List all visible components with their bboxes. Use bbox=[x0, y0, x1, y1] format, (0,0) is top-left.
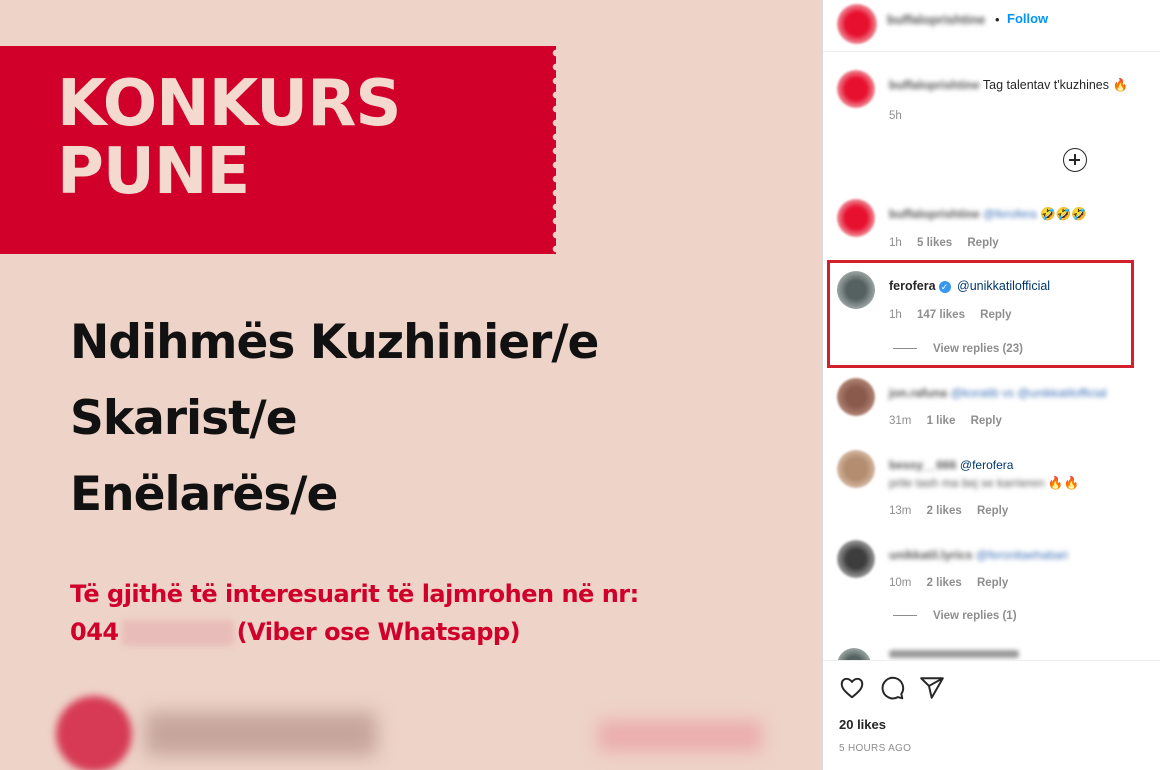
post-image: KONKURS PUNE Ndihmës Kuzhinier/e Skarist… bbox=[0, 0, 822, 770]
comment-avatar[interactable] bbox=[837, 540, 875, 578]
post-actions: 20 likes 5 HOURS AGO bbox=[823, 660, 1160, 770]
post-likes-count[interactable]: 20 likes bbox=[839, 717, 886, 732]
comment-item: unikkatil.lyrics @feronitaehabari 10m 2 … bbox=[823, 540, 1160, 630]
comment-time: 31m bbox=[889, 415, 912, 427]
laughing-emoji: 🤣🤣🤣 bbox=[1040, 206, 1087, 221]
caption-avatar[interactable] bbox=[837, 70, 875, 108]
position-dishwasher: Enëlarës/e bbox=[70, 467, 338, 522]
comment-item: jon.rafuna @koratib vs @unikkatilofficia… bbox=[823, 378, 1160, 434]
comment-body-blurred: @koratib vs @unikkatilofficial bbox=[950, 386, 1107, 400]
hashtag-blurred bbox=[598, 720, 762, 752]
comment-item-highlighted: ferofera ✓ @unikkatilofficial 1h 147 like… bbox=[823, 271, 1160, 361]
position-grill: Skarist/e bbox=[70, 391, 298, 446]
comment-username[interactable]: ferofera bbox=[889, 279, 936, 293]
comment-likes[interactable]: 5 likes bbox=[917, 237, 952, 249]
follow-button[interactable]: Follow bbox=[1007, 11, 1048, 26]
caption-body: Tag talentav t'kuzhines bbox=[982, 78, 1109, 92]
post-header: buffaloprishtine • Follow bbox=[823, 0, 1160, 52]
comments-panel: buffaloprishtine • Follow buffaloprishti… bbox=[822, 0, 1160, 770]
partial-text-blurred bbox=[889, 650, 1019, 658]
banner-ticket-edge bbox=[551, 46, 561, 254]
comment-likes[interactable]: 2 likes bbox=[927, 505, 962, 517]
fire-emoji: 🔥🔥 bbox=[1047, 475, 1080, 490]
brand-name-blurred bbox=[145, 712, 377, 756]
caption-meta: 5h bbox=[889, 110, 914, 122]
comment-time: 1h bbox=[889, 237, 902, 249]
comment-mention[interactable]: @ferofera bbox=[960, 458, 1014, 472]
author-username[interactable]: buffaloprishtine bbox=[887, 12, 985, 27]
phone-number-redacted bbox=[121, 620, 234, 646]
separator-dot: • bbox=[995, 12, 1000, 27]
reply-button[interactable]: Reply bbox=[977, 505, 1008, 517]
comment-item: buffaloprishtine @ferofera 🤣🤣🤣 1h 5 like… bbox=[823, 199, 1160, 255]
comment-username[interactable]: buffaloprishtine bbox=[889, 205, 980, 223]
comment-avatar[interactable] bbox=[837, 199, 875, 237]
banner-title-line2: PUNE bbox=[57, 135, 250, 209]
comment-avatar[interactable] bbox=[837, 271, 875, 309]
comment-likes[interactable]: 147 likes bbox=[917, 309, 965, 321]
comment-item: bessy__666 @ferofera prite tash ma bej s… bbox=[823, 450, 1160, 522]
comment-item-partial bbox=[823, 646, 1160, 660]
comment-likes[interactable]: 1 like bbox=[927, 415, 956, 427]
comment-body-blurred: @feronitaehabari bbox=[975, 548, 1069, 562]
view-replies-button[interactable]: View replies (23) bbox=[893, 343, 1023, 355]
contact-info: Të gjithë të interesuarit të lajmrohen n… bbox=[70, 575, 639, 651]
add-comment-icon[interactable] bbox=[1063, 148, 1087, 172]
verified-badge-icon: ✓ bbox=[938, 280, 951, 293]
fire-emoji: 🔥 bbox=[1112, 77, 1129, 92]
caption-username[interactable]: buffaloprishtine bbox=[889, 76, 980, 94]
comment-meta: 1h 147 likes Reply bbox=[889, 309, 1024, 321]
reply-button[interactable]: Reply bbox=[980, 309, 1011, 321]
comment-text: unikkatil.lyrics @feronitaehabari bbox=[889, 546, 1149, 564]
comment-meta: 1h 5 likes Reply bbox=[889, 237, 1011, 249]
banner-title: KONKURS PUNE bbox=[57, 70, 401, 206]
comment-meta: 31m 1 like Reply bbox=[889, 415, 1014, 427]
share-icon[interactable] bbox=[919, 675, 945, 701]
comment-avatar[interactable] bbox=[837, 648, 871, 660]
contact-phone-line: 044 (Viber ose Whatsapp) bbox=[70, 613, 639, 651]
comment-text: bessy__666 @ferofera prite tash ma bej s… bbox=[889, 456, 1149, 492]
comment-avatar[interactable] bbox=[837, 378, 875, 416]
banner-title-line1: KONKURS bbox=[57, 67, 401, 141]
contact-line: Të gjithë të interesuarit të lajmrohen n… bbox=[70, 580, 639, 608]
comment-avatar[interactable] bbox=[837, 450, 875, 488]
comment-username[interactable]: unikkatil.lyrics bbox=[889, 546, 972, 564]
comment-time: 1h bbox=[889, 309, 902, 321]
caption-text: buffaloprishtine Tag talentav t'kuzhines… bbox=[889, 76, 1149, 94]
contact-apps: (Viber ose Whatsapp) bbox=[236, 618, 521, 646]
comment-text: ferofera ✓ @unikkatilofficial bbox=[889, 277, 1149, 295]
comment-text: jon.rafuna @koratib vs @unikkatilofficia… bbox=[889, 384, 1149, 402]
job-positions-list: Ndihmës Kuzhinier/e Skarist/e Enëlarës/e bbox=[70, 305, 599, 533]
comment-time: 10m bbox=[889, 577, 912, 589]
comment-meta: 13m 2 likes Reply bbox=[889, 505, 1020, 517]
comment-icon[interactable] bbox=[879, 675, 905, 701]
phone-prefix: 044 bbox=[70, 618, 119, 646]
comment-time: 13m bbox=[889, 505, 912, 517]
caption-time: 5h bbox=[889, 110, 902, 122]
comment-text: buffaloprishtine @ferofera 🤣🤣🤣 bbox=[889, 205, 1149, 223]
comment-body-blurred: prite tash ma bej se karrieren bbox=[889, 476, 1045, 490]
comment-mention[interactable]: @unikkatilofficial bbox=[957, 279, 1050, 293]
reply-button[interactable]: Reply bbox=[967, 237, 998, 249]
reply-button[interactable]: Reply bbox=[971, 415, 1002, 427]
brand-logo-blurred bbox=[56, 696, 132, 770]
comment-username[interactable]: bessy__666 bbox=[889, 456, 956, 474]
comment-mention[interactable]: @ferofera bbox=[983, 205, 1037, 223]
reply-button[interactable]: Reply bbox=[977, 577, 1008, 589]
post-timestamp: 5 HOURS AGO bbox=[839, 743, 912, 754]
view-replies-button[interactable]: View replies (1) bbox=[893, 610, 1017, 622]
caption: buffaloprishtine Tag talentav t'kuzhines… bbox=[823, 70, 1160, 130]
heart-icon[interactable] bbox=[839, 675, 865, 701]
position-kitchen-assistant: Ndihmës Kuzhinier/e bbox=[70, 315, 599, 370]
author-avatar[interactable] bbox=[837, 4, 877, 44]
comment-likes[interactable]: 2 likes bbox=[927, 577, 962, 589]
comment-username[interactable]: jon.rafuna bbox=[889, 384, 947, 402]
comment-meta: 10m 2 likes Reply bbox=[889, 577, 1020, 589]
